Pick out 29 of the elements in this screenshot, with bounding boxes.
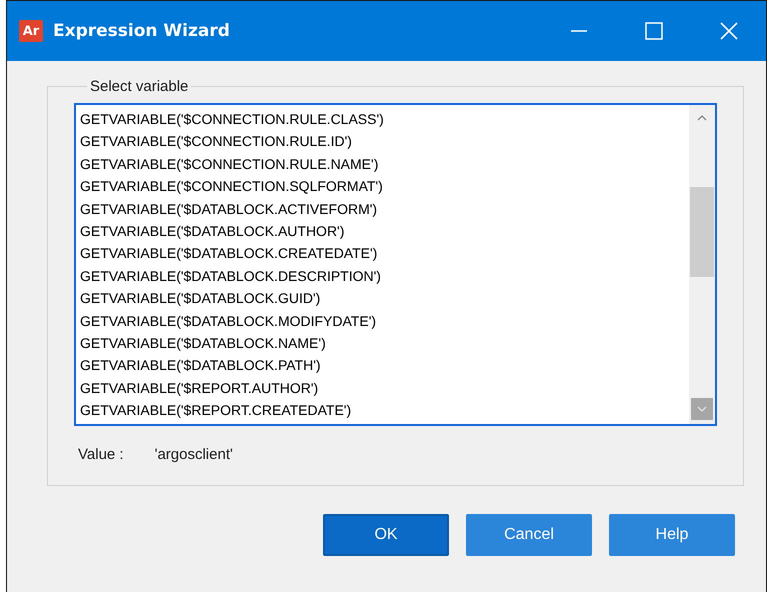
variable-item[interactable]: GETVARIABLE('$CONNECTION.RULE.NAME') [80,152,689,176]
scrollbar[interactable] [689,105,715,424]
variable-item[interactable]: GETVARIABLE('$DATABLOCK.AUTHOR') [80,220,689,242]
dialog-button[interactable]: Cancel [466,514,592,556]
variable-item[interactable]: GETVARIABLE('$REPORT.CREATEDATE') [80,399,689,422]
variable-item[interactable]: GETVARIABLE('$DATABLOCK.DESCRIPTION') [80,264,689,288]
window-title: Expression Wizard [53,21,231,41]
variable-item[interactable]: GETVARIABLE('$CONNECTION.RULE.ID') [80,130,689,153]
variable-item[interactable]: GETVARIABLE('$DATABLOCK.ACTIVEFORM') [80,198,689,220]
dialog-button[interactable]: Help [609,514,735,556]
variable-item[interactable]: GETVARIABLE('$DATABLOCK.NAME') [80,332,689,354]
variable-item[interactable]: GETVARIABLE('$DATABLOCK.CREATEDATE') [80,242,689,265]
value-text: 'argosclient' [154,446,233,463]
value-label: Value : [78,446,124,463]
minimize-icon [570,30,586,32]
scroll-down-icon[interactable] [691,398,713,420]
variable-item[interactable]: GETVARIABLE('$DATABLOCK.MODIFYDATE') [80,310,689,332]
variable-item[interactable]: GETVARIABLE('$CONNECTION.RULE.CLASS') [80,108,689,130]
scroll-thumb[interactable] [690,187,714,277]
variable-list[interactable] [74,103,717,426]
close-icon [720,22,738,40]
dialog-button[interactable]: OK [323,514,449,556]
maximize-icon [644,22,662,40]
variable-item[interactable]: GETVARIABLE('$DATABLOCK.PATH') [80,354,689,377]
group-title: Select variable [89,78,190,95]
app-logo-icon: Ar [19,20,43,42]
variable-item[interactable]: GETVARIABLE('$REPORT.AUTHOR') [80,376,689,400]
variable-item[interactable]: GETVARIABLE('$CONNECTION.SQLFORMAT') [80,175,689,198]
variable-item[interactable]: GETVARIABLE('$DATABLOCK.GUID') [80,287,689,310]
